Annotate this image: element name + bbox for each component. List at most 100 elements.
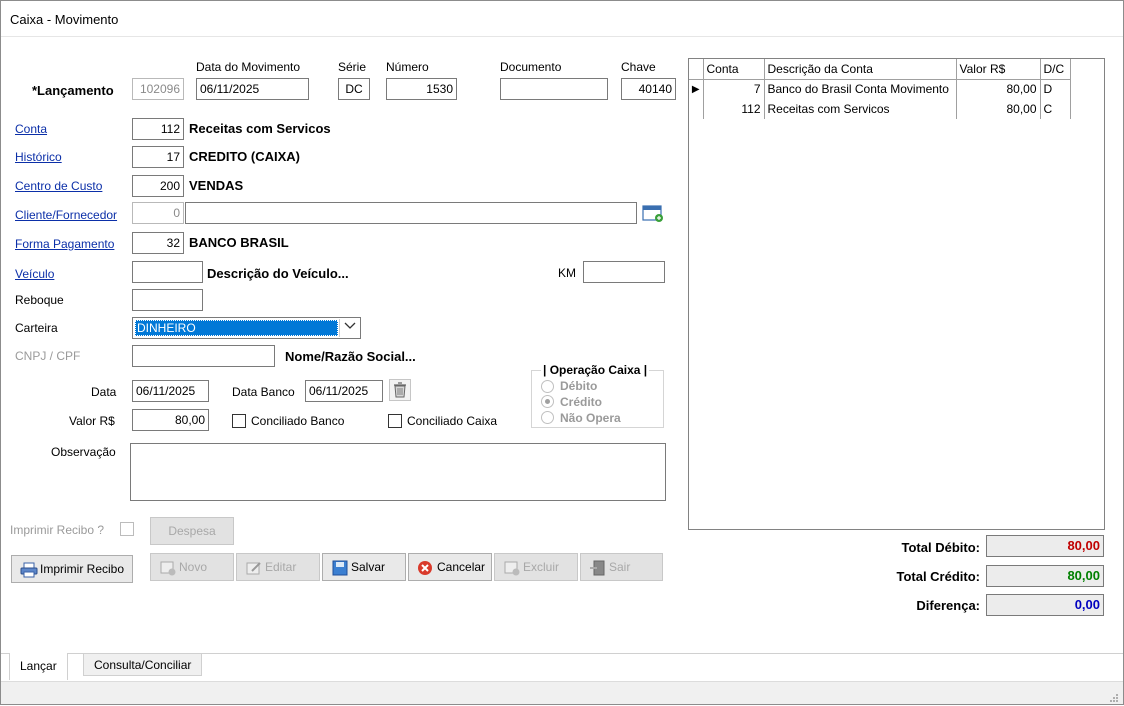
radio-nao-opera[interactable] <box>541 411 554 424</box>
forma-pagamento-link[interactable]: Forma Pagamento <box>15 237 114 251</box>
nome-razao-social-label: Nome/Razão Social... <box>285 349 416 364</box>
tab-consulta-conciliar[interactable]: Consulta/Conciliar <box>83 654 203 676</box>
exit-door-icon <box>589 559 607 576</box>
grid-cell-dc[interactable]: C <box>1040 99 1071 119</box>
imprimir-recibo-checkbox[interactable] <box>120 522 134 536</box>
veiculo-field[interactable] <box>132 261 203 283</box>
forma-pagamento-code-field[interactable]: 32 <box>132 232 184 254</box>
cliente-name-field[interactable] <box>185 202 637 224</box>
carteira-select[interactable]: DINHEIRO <box>132 317 361 339</box>
historico-description: CREDITO (CAIXA) <box>189 149 300 164</box>
novo-button[interactable]: Novo <box>150 553 234 581</box>
carteira-label: Carteira <box>15 321 58 335</box>
window-title: Caixa - Movimento <box>10 12 119 27</box>
conta-link[interactable]: Conta <box>15 122 47 136</box>
cancel-icon <box>417 559 435 575</box>
conciliado-caixa-label: Conciliado Caixa <box>407 414 498 428</box>
cancelar-label: Cancelar <box>437 560 486 574</box>
grid-header-descricao[interactable]: Descrição da Conta <box>764 59 957 80</box>
grid-cell-valor[interactable]: 80,00 <box>956 99 1041 119</box>
chave-field[interactable]: 40140 <box>621 78 676 100</box>
total-credito-label: Total Crédito: <box>896 569 980 584</box>
resize-grip-icon[interactable] <box>1109 692 1119 702</box>
grid-cell-valor[interactable]: 80,00 <box>956 79 1041 99</box>
imprimir-recibo-button[interactable]: Imprimir Recibo <box>11 555 133 583</box>
total-debito-value: 80,00 <box>986 535 1104 557</box>
forma-pagamento-description: BANCO BRASIL <box>189 235 289 250</box>
operacao-caixa-title: | Operação Caixa | <box>541 363 650 377</box>
editar-button[interactable]: Editar <box>236 553 320 581</box>
sair-button[interactable]: Sair <box>580 553 663 581</box>
imprimir-recibo-question-label: Imprimir Recibo ? <box>10 523 105 537</box>
historico-link[interactable]: Histórico <box>15 150 62 164</box>
total-debito-label: Total Débito: <box>901 540 980 555</box>
grid-header-conta[interactable]: Conta <box>703 59 765 80</box>
printer-icon <box>20 561 38 578</box>
tab-lancar[interactable]: Lançar <box>9 653 68 680</box>
cliente-fornecedor-link[interactable]: Cliente/Fornecedor <box>15 208 117 222</box>
cnpj-cpf-field[interactable] <box>132 345 275 367</box>
valor-label: Valor R$ <box>69 414 115 428</box>
grid-cell-descricao[interactable]: Receitas com Servicos <box>764 99 957 119</box>
cnpj-cpf-label: CNPJ / CPF <box>15 349 81 363</box>
numero-field[interactable]: 1530 <box>386 78 457 100</box>
conciliado-banco-checkbox[interactable] <box>232 414 246 428</box>
conciliado-caixa-checkbox[interactable] <box>388 414 402 428</box>
reboque-label: Reboque <box>15 293 64 307</box>
grid-header-valor[interactable]: Valor R$ <box>956 59 1041 80</box>
imprimir-recibo-label: Imprimir Recibo <box>40 562 125 576</box>
diferenca-value: 0,00 <box>986 594 1104 616</box>
data-field[interactable]: 06/11/2025 <box>132 380 209 402</box>
observacao-textarea[interactable] <box>130 443 666 501</box>
grid-cell-conta[interactable]: 112 <box>703 99 765 119</box>
chave-label: Chave <box>621 60 656 74</box>
radio-debito[interactable] <box>541 380 554 393</box>
status-bar <box>1 681 1123 704</box>
grid-header-row: Conta Descrição da Conta Valor R$ D/C <box>689 59 1071 80</box>
table-row[interactable]: ▶ 7 Banco do Brasil Conta Movimento 80,0… <box>689 79 1071 99</box>
documento-field[interactable] <box>500 78 608 100</box>
grid-header-dc[interactable]: D/C <box>1040 59 1071 80</box>
chevron-down-icon[interactable] <box>339 319 359 337</box>
lancamentos-grid[interactable]: Conta Descrição da Conta Valor R$ D/C ▶ … <box>688 58 1105 530</box>
novo-label: Novo <box>179 560 208 574</box>
grid-cell-descricao[interactable]: Banco do Brasil Conta Movimento <box>764 79 957 99</box>
veiculo-description: Descrição do Veículo... <box>207 266 349 281</box>
radio-credito[interactable] <box>541 395 554 408</box>
title-bar: Caixa - Movimento <box>1 1 1123 37</box>
conta-code-field[interactable]: 112 <box>132 118 184 140</box>
grid-cell-dc[interactable]: D <box>1040 79 1071 99</box>
valor-field[interactable]: 80,00 <box>132 409 209 431</box>
operacao-caixa-title-text: Operação Caixa <box>549 363 641 377</box>
data-banco-field[interactable]: 06/11/2025 <box>305 380 383 402</box>
trash-icon[interactable] <box>389 379 411 401</box>
salvar-button[interactable]: Salvar <box>322 553 406 581</box>
grid-cell-conta[interactable]: 7 <box>703 79 765 99</box>
data-movimento-field[interactable]: 06/11/2025 <box>196 78 309 100</box>
centro-custo-link[interactable]: Centro de Custo <box>15 179 102 193</box>
diferenca-label: Diferença: <box>916 598 980 613</box>
table-row[interactable]: 112 Receitas com Servicos 80,00 C <box>689 99 1071 119</box>
cliente-code-field[interactable]: 0 <box>132 202 184 224</box>
veiculo-link[interactable]: Veículo <box>15 267 54 281</box>
grid-indicator-header <box>689 59 704 80</box>
historico-code-field[interactable]: 17 <box>132 146 184 168</box>
radio-nao-opera-label: Não Opera <box>560 411 621 425</box>
despesa-button[interactable]: Despesa <box>150 517 234 545</box>
excluir-button[interactable]: Excluir <box>494 553 578 581</box>
centro-custo-description: VENDAS <box>189 178 244 193</box>
conciliado-banco-label: Conciliado Banco <box>251 414 345 428</box>
reboque-field[interactable] <box>132 289 203 311</box>
data-label: Data <box>91 385 117 399</box>
km-field[interactable] <box>583 261 665 283</box>
row-pointer-icon: ▶ <box>689 79 704 99</box>
centro-custo-code-field[interactable]: 200 <box>132 175 184 197</box>
conta-description: Receitas com Servicos <box>189 121 331 136</box>
new-document-icon <box>159 559 177 576</box>
card-search-icon[interactable] <box>641 203 665 223</box>
caixa-window: Caixa - Movimento Data do Movimento Séri… <box>0 0 1124 705</box>
bottom-tabs: Lançar Consulta/Conciliar <box>1 653 1123 681</box>
delete-document-icon <box>503 559 521 576</box>
cancelar-button[interactable]: Cancelar <box>408 553 492 581</box>
serie-field[interactable]: DC <box>338 78 370 100</box>
